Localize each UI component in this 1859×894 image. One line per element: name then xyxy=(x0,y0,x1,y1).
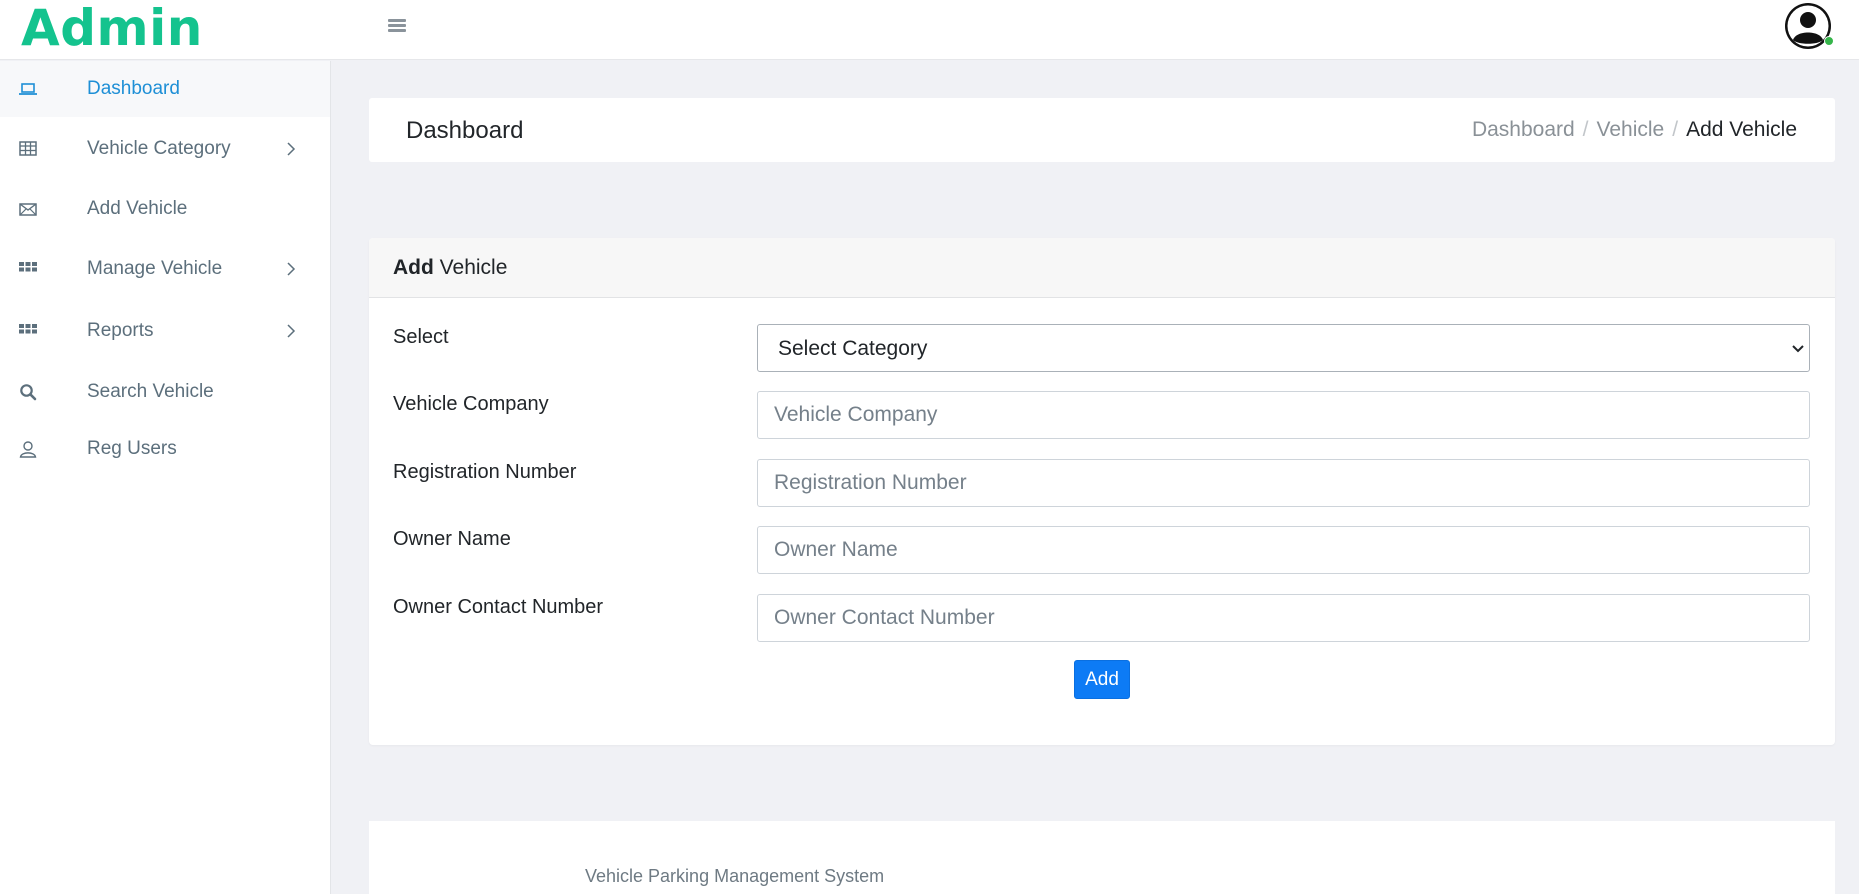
footer-text: Vehicle Parking Management System xyxy=(585,866,885,886)
envelope-icon xyxy=(19,203,37,216)
add-button[interactable]: Add xyxy=(1074,660,1130,699)
registration-number-input[interactable] xyxy=(757,459,1810,507)
breadcrumb-separator: / xyxy=(1582,118,1589,141)
chevron-right-icon xyxy=(287,142,296,156)
category-select-value: Select Category xyxy=(778,337,928,360)
owner-contact-label: Owner Contact Number xyxy=(393,596,604,618)
breadcrumb-separator: / xyxy=(1672,118,1679,141)
form-title-rest: Vehicle xyxy=(439,256,508,279)
form-title-bold: Add xyxy=(393,256,434,279)
chevron-down-icon xyxy=(1792,345,1804,353)
vehicle-company-label: Vehicle Company xyxy=(393,393,549,415)
sidebar-item-dashboard[interactable]: Dashboard xyxy=(0,61,330,117)
chevron-right-icon xyxy=(287,324,296,338)
owner-name-input[interactable] xyxy=(757,526,1810,574)
sidebar-item-label: Reg Users xyxy=(87,438,177,459)
sidebar-item-reg-users[interactable]: Reg Users xyxy=(0,421,330,477)
grid-icon xyxy=(19,324,37,334)
brand-logo-text[interactable]: Admin xyxy=(21,0,203,57)
sidebar-item-add-vehicle[interactable]: Add Vehicle xyxy=(0,181,330,237)
laptop-icon xyxy=(19,83,37,95)
hamburger-icon[interactable] xyxy=(387,17,407,37)
sidebar-item-label: Add Vehicle xyxy=(87,198,188,219)
form-header: Add Vehicle xyxy=(369,238,1835,298)
sidebar-item-label: Reports xyxy=(87,320,154,341)
breadcrumb-link-vehicle[interactable]: Vehicle xyxy=(1597,118,1665,141)
top-header: Admin xyxy=(0,0,1859,60)
chevron-right-icon xyxy=(287,262,296,276)
sidebar-item-vehicle-category[interactable]: Vehicle Category xyxy=(0,121,330,177)
breadcrumb-current: Add Vehicle xyxy=(1686,118,1797,141)
user-icon xyxy=(19,441,37,458)
sidebar-item-search-vehicle[interactable]: Search Vehicle xyxy=(0,364,330,420)
form-title: Add Vehicle xyxy=(393,256,507,280)
breadcrumb-link-dashboard[interactable]: Dashboard xyxy=(1472,118,1575,141)
sidebar-item-manage-vehicle[interactable]: Manage Vehicle xyxy=(0,241,330,297)
sidebar-item-label: Vehicle Category xyxy=(87,138,231,159)
user-avatar[interactable] xyxy=(1784,2,1834,52)
page-title: Dashboard xyxy=(406,117,524,144)
vehicle-company-input[interactable] xyxy=(757,391,1810,439)
search-icon xyxy=(20,384,37,401)
table-icon xyxy=(19,141,37,156)
sidebar-item-reports[interactable]: Reports xyxy=(0,303,330,359)
online-status-dot xyxy=(1824,36,1834,46)
add-vehicle-form: Add Vehicle Select Select Category Vehic… xyxy=(369,238,1835,745)
category-label: Select xyxy=(393,326,449,348)
sidebar-item-label: Manage Vehicle xyxy=(87,258,223,279)
footer: Vehicle Parking Management System xyxy=(369,821,1835,894)
category-select[interactable]: Select Category xyxy=(757,324,1810,372)
sidebar-item-label: Search Vehicle xyxy=(87,381,214,402)
registration-number-label: Registration Number xyxy=(393,461,577,483)
page-header-card: Dashboard Dashboard / Vehicle / Add Vehicle xyxy=(369,98,1835,162)
owner-contact-input[interactable] xyxy=(757,594,1810,642)
sidebar-item-label: Dashboard xyxy=(87,78,180,99)
grid-icon xyxy=(19,262,37,272)
breadcrumb: Dashboard / Vehicle / Add Vehicle xyxy=(1472,118,1797,142)
sidebar: Dashboard Vehicle Category Add Vehicle M… xyxy=(0,61,331,894)
owner-name-label: Owner Name xyxy=(393,528,511,550)
